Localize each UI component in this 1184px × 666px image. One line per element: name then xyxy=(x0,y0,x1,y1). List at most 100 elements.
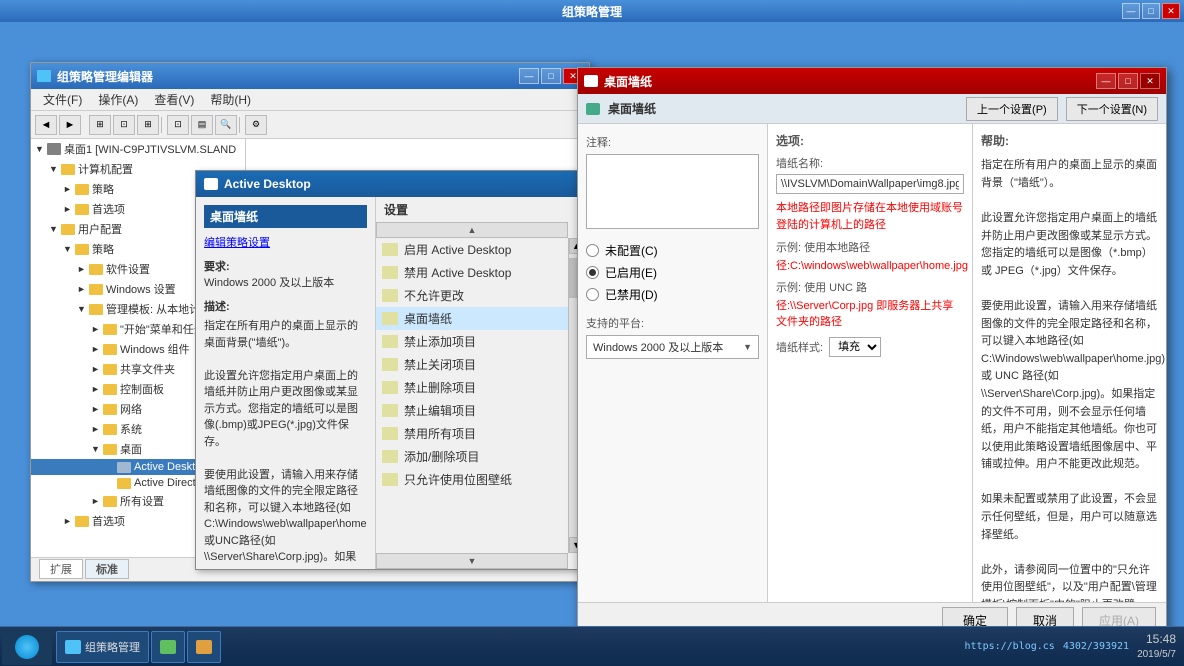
tb-forward[interactable]: ► xyxy=(59,115,81,135)
wd-close[interactable]: ✕ xyxy=(1140,73,1160,89)
radio-not-configured[interactable]: 未配置(C) xyxy=(586,242,759,259)
scroll-down[interactable]: ▼ xyxy=(376,553,568,569)
taskbar-app-3[interactable] xyxy=(187,631,221,663)
options-label: 选项: xyxy=(776,132,964,149)
path-note-red: 本地路径即图片存储在本地使用域账号登陆的计算机上的路径 xyxy=(776,200,964,233)
app2-icon xyxy=(160,640,176,654)
taskbar-app-1[interactable]: 组策略管理 xyxy=(56,631,149,663)
ad-menu-no-change[interactable]: 不允许更改 xyxy=(376,284,568,307)
taskbar-app-2[interactable] xyxy=(151,631,185,663)
gpo-editor-title: 组策略管理编辑器 xyxy=(57,68,519,85)
menu-view[interactable]: 查看(V) xyxy=(146,89,202,110)
style-row: 墙纸样式: 填充 平铺 居中 拉伸 xyxy=(776,337,964,357)
gpo-editor-titlebar[interactable]: 组策略管理编辑器 — □ ✕ xyxy=(31,63,589,89)
help-title: 帮助: xyxy=(981,132,1158,151)
style-select[interactable]: 填充 平铺 居中 拉伸 xyxy=(829,337,881,357)
wallpaper-dialog-icon xyxy=(584,75,598,87)
example-unc: 示例: 使用 UNC 路 xyxy=(776,279,964,295)
ad-req-value: Windows 2000 及以上版本 xyxy=(204,274,367,290)
tb-btn7[interactable]: ⚙ xyxy=(245,115,267,135)
wd-maximize[interactable]: □ xyxy=(1118,73,1138,89)
platform-label: 支持的平台: xyxy=(586,315,759,331)
wallpaper-nav-label: 桌面墙纸 xyxy=(608,100,958,117)
ad-header-icon xyxy=(204,178,218,190)
tb-btn6[interactable]: 🔍 xyxy=(215,115,237,135)
prev-setting-btn[interactable]: 上一个设置(P) xyxy=(966,97,1058,121)
tb-btn3[interactable]: ⊞ xyxy=(137,115,159,135)
wallpaper-dialog: 桌面墙纸 — □ ✕ 桌面墙纸 上一个设置(P) 下一个设置(N) 注释: xyxy=(577,67,1167,626)
radio-group: 未配置(C) 已启用(E) 已禁用(D) xyxy=(586,242,759,303)
ad-menu-bitmap-only[interactable]: 只允许使用位图壁纸 xyxy=(376,468,568,491)
ad-menu-no-edit[interactable]: 禁止编辑项目 xyxy=(376,399,568,422)
platform-value: Windows 2000 及以上版本 ▼ xyxy=(586,335,759,359)
wallpaper-titlebar[interactable]: 桌面墙纸 — □ ✕ xyxy=(578,68,1166,94)
wd-right-panel: 帮助: 指定在所有用户的桌面上显示的桌面背景（"墙纸"）。 此设置允许您指定用户… xyxy=(973,124,1166,602)
apply-button[interactable]: 应用(A) xyxy=(1082,607,1156,626)
taskbar-tray: https://blog.cs 4302/393921 15:48 2019/5… xyxy=(965,631,1184,662)
dialog-footer: 确定 取消 应用(A) xyxy=(578,602,1166,626)
minimize-button[interactable]: — xyxy=(1122,3,1140,19)
tab-standard[interactable]: 标准 xyxy=(85,559,129,579)
start-button[interactable] xyxy=(2,629,52,665)
gpo-editor-icon xyxy=(37,70,51,82)
ad-menu-no-add[interactable]: 禁止添加项目 xyxy=(376,330,568,353)
ad-section-title: 桌面墙纸 xyxy=(204,205,367,228)
path-unc-value: 径:\\Server\Corp.jpg 即服务器上共享文件夹的路径 xyxy=(776,297,964,329)
cancel-button[interactable]: 取消 xyxy=(1016,607,1074,626)
help-text: 指定在所有用户的桌面上显示的桌面背景（"墙纸"）。 此设置允许您指定用户桌面上的… xyxy=(981,157,1158,602)
ad-popup-header: Active Desktop xyxy=(196,171,584,197)
wallpaper-name-input[interactable] xyxy=(776,174,964,194)
ad-menu-wallpaper[interactable]: 桌面墙纸 xyxy=(376,307,568,330)
wd-left-panel: 注释: 未配置(C) 已启用(E) xyxy=(578,124,768,602)
app3-icon xyxy=(196,640,212,654)
menu-help[interactable]: 帮助(H) xyxy=(202,89,259,110)
main-title: 组策略管理 xyxy=(562,3,622,20)
ad-popup-title: Active Desktop xyxy=(224,177,311,191)
gpo-menubar: 文件(F) 操作(A) 查看(V) 帮助(H) xyxy=(31,89,589,111)
desktop: 激活 Windows 转到"控制面板"以激活 Windows。 组策略管理编辑器… xyxy=(0,22,1184,626)
ad-menu-enable[interactable]: 启用 Active Desktop xyxy=(376,238,568,261)
wd-middle-panel: 选项: 墙纸名称: 本地路径即图片存储在本地使用域账号登陆的计算机上的路径 示例… xyxy=(768,124,973,602)
wd-minimize[interactable]: — xyxy=(1096,73,1116,89)
ad-menu-no-close[interactable]: 禁止关闭项目 xyxy=(376,353,568,376)
ok-button[interactable]: 确定 xyxy=(942,607,1008,626)
gpo-toolbar: ◄ ► ⊞ ⊡ ⊞ ⊡ ▤ 🔍 ⚙ xyxy=(31,111,589,139)
ad-req-label: 要求: xyxy=(204,258,367,274)
tb-btn2[interactable]: ⊡ xyxy=(113,115,135,135)
active-desktop-popup: Active Desktop 桌面墙纸 编辑策略设置 要求: Windows 2… xyxy=(195,170,585,570)
taskbar: 组策略管理 https://blog.cs 4302/393921 15:48 … xyxy=(0,626,1184,666)
ad-menu-disable-all[interactable]: 禁用所有项目 xyxy=(376,422,568,445)
ad-menu-no-delete[interactable]: 禁止删除项目 xyxy=(376,376,568,399)
close-button[interactable]: ✕ xyxy=(1162,3,1180,19)
gpe-minimize[interactable]: — xyxy=(519,68,539,84)
wallpaper-nav-icon xyxy=(586,103,600,115)
ad-link[interactable]: 编辑策略设置 xyxy=(204,234,367,250)
tb-btn1[interactable]: ⊞ xyxy=(89,115,111,135)
note-textarea[interactable] xyxy=(586,154,759,229)
tb-back[interactable]: ◄ xyxy=(35,115,57,135)
maximize-button[interactable]: □ xyxy=(1142,3,1160,19)
ad-settings-header: 设置 xyxy=(376,197,584,222)
ad-desc-label: 描述: xyxy=(204,298,367,314)
tb-btn4[interactable]: ⊡ xyxy=(167,115,189,135)
radio-enabled[interactable]: 已启用(E) xyxy=(586,264,759,281)
ad-menu-add-remove[interactable]: 添加/删除项目 xyxy=(376,445,568,468)
radio-disabled[interactable]: 已禁用(D) xyxy=(586,286,759,303)
taskbar-apps: 组策略管理 xyxy=(56,631,965,663)
scroll-up[interactable]: ▲ xyxy=(376,222,568,238)
next-setting-btn[interactable]: 下一个设置(N) xyxy=(1066,97,1158,121)
tree-root[interactable]: ▼ 桌面1 [WIN-C9PJTIVSLVM.SLAND xyxy=(31,139,245,159)
ad-menu-disable[interactable]: 禁用 Active Desktop xyxy=(376,261,568,284)
platform-section: 支持的平台: Windows 2000 及以上版本 ▼ xyxy=(586,315,759,359)
menu-file[interactable]: 文件(F) xyxy=(35,89,90,110)
taskbar-url: https://blog.cs xyxy=(965,641,1055,652)
tb-btn5[interactable]: ▤ xyxy=(191,115,213,135)
tree-root-label: 桌面1 [WIN-C9PJTIVSLVM.SLAND xyxy=(64,141,236,157)
path-local-value: 径:C:\windows\web\wallpaper\home.jpg xyxy=(776,257,964,273)
tab-expand[interactable]: 扩展 xyxy=(39,559,83,579)
wallpaper-name-label: 墙纸名称: xyxy=(776,155,964,171)
wallpaper-nav: 桌面墙纸 上一个设置(P) 下一个设置(N) xyxy=(578,94,1166,124)
app1-icon xyxy=(65,640,81,654)
gpe-maximize[interactable]: □ xyxy=(541,68,561,84)
menu-action[interactable]: 操作(A) xyxy=(90,89,146,110)
